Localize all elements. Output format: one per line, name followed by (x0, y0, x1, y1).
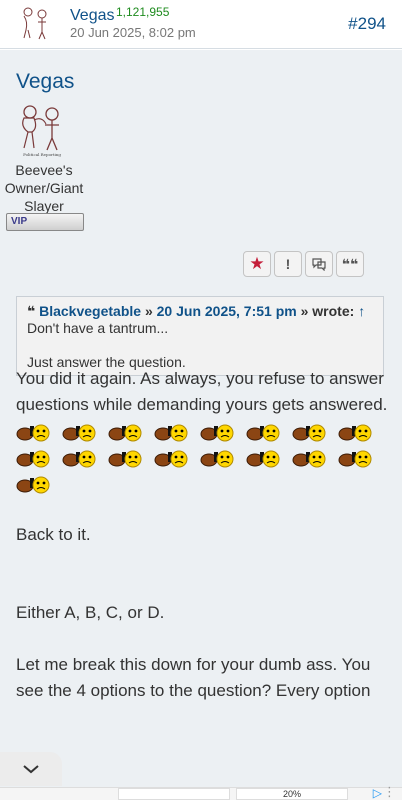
quote-author-link[interactable]: Blackvegetable (39, 303, 141, 319)
beating-smiley-icon (62, 422, 98, 442)
quote-separator: » (300, 303, 309, 319)
post-header: Vegas 1,121,955 20 Jun 2025, 8:02 pm #29… (0, 0, 402, 49)
beating-smiley-icon (246, 448, 282, 468)
beating-smiley-icon (16, 474, 52, 494)
smiley-row (16, 421, 384, 494)
beating-smiley-icon (200, 422, 236, 442)
author-avatar[interactable] (12, 100, 70, 160)
rank-line: Owner/Giant (4, 180, 84, 196)
post-paragraph: You did it again. As always, you refuse … (16, 366, 388, 496)
beating-smiley-icon (200, 448, 236, 468)
ad-discount-badge[interactable]: 20% (236, 788, 348, 800)
quote-goto-arrow-icon[interactable]: ↑ (358, 303, 365, 319)
quote-mark-icon: ❝ (27, 303, 36, 319)
beating-smiley-icon (246, 422, 282, 442)
beating-smiley-icon (292, 448, 328, 468)
quote-citation: ❝ Blackvegetable » 20 Jun 2025, 7:51 pm … (27, 303, 373, 320)
beating-smiley-icon (154, 422, 190, 442)
quote-icon[interactable]: ❝❝ (336, 251, 364, 277)
author-name[interactable]: Vegas (16, 70, 74, 94)
avatar-caption: Political Reporting (23, 152, 61, 157)
post-number-link[interactable]: #294 (348, 14, 386, 34)
ad-menu-icon[interactable]: ⋮ (383, 784, 396, 800)
rank-line: Beevee's (15, 162, 73, 178)
quote-date-link[interactable]: 20 Jun 2025, 7:51 pm (157, 303, 297, 319)
post-paragraph: Let me break this down for your dumb ass… (16, 655, 371, 700)
beating-smiley-icon (292, 422, 328, 442)
vip-badge: VIP (6, 213, 84, 231)
post-username[interactable]: Vegas (70, 7, 114, 25)
author-rank: Beevee's Owner/Giant Slayer (0, 161, 88, 215)
ad-play-icon[interactable]: ▷ (373, 786, 382, 800)
quote-text: Don't have a tantrum... (27, 320, 169, 336)
beating-smiley-icon (108, 422, 144, 442)
beating-smiley-icon (62, 448, 98, 468)
beating-smiley-icon (338, 422, 374, 442)
beating-smiley-icon (154, 448, 190, 468)
quote-wrote-label: wrote: (312, 303, 355, 319)
chat-icon[interactable] (305, 251, 333, 277)
star-icon[interactable]: ★ (243, 251, 271, 277)
beating-smiley-icon (338, 448, 374, 468)
report-icon[interactable]: ! (274, 251, 302, 277)
post-paragraph: Either A, B, C, or D. (16, 603, 165, 622)
beating-smiley-icon (108, 448, 144, 468)
collapse-chevron-icon[interactable] (0, 752, 62, 786)
user-avatar-small[interactable] (14, 4, 56, 44)
beating-smiley-icon (16, 448, 52, 468)
post-paragraph: Back to it. (16, 525, 91, 544)
post-text: You did it again. As always, you refuse … (16, 369, 388, 414)
post-content: You did it again. As always, you refuse … (16, 366, 388, 704)
ad-card[interactable] (118, 788, 230, 800)
beating-smiley-icon (16, 422, 52, 442)
post-count: 1,121,955 (116, 5, 170, 19)
post-actions: ★ ! ❝❝ (243, 251, 364, 277)
quote-block: ❝ Blackvegetable » 20 Jun 2025, 7:51 pm … (16, 296, 384, 376)
bottom-overlay: 20% ▷ ⋮ (0, 752, 402, 800)
quote-separator: » (144, 303, 153, 319)
post-date: 20 Jun 2025, 8:02 pm (70, 25, 196, 40)
